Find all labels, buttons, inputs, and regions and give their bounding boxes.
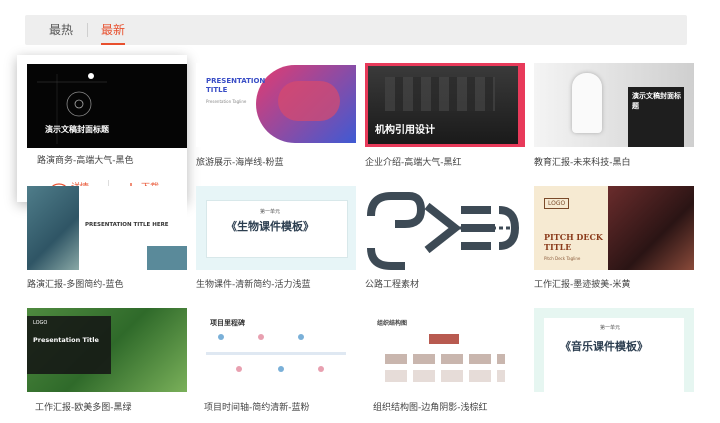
template-thumbnail[interactable]: 项目里程碑 [196,308,356,392]
thumb-photo-inner [278,81,340,121]
thumb-dot [298,334,304,340]
thumb-title: PRESENTATION TITLE [206,77,266,94]
template-caption: 工作汇报-墨迹披美-米黄 [534,280,631,290]
thumb-photo-small [147,246,187,270]
thumb-title: 演示文稿封面标题 [632,92,681,110]
thumb-dot [258,334,264,340]
thumb-title: PITCH DECK TITLE [544,232,603,252]
thumb-logo: LOGO [544,198,570,209]
thumb-title: 演示文稿封面标题 [45,125,109,134]
template-thumbnail[interactable]: 演示文稿封面标题 [534,63,694,147]
template-thumbnail[interactable]: PRESENTATION TITLE Presentation Tagline [196,63,356,147]
thumb-title: 《生物课件模板》 [226,220,314,233]
thumb-timeline [206,352,346,355]
template-thumbnail[interactable]: 演示文稿封面标题 [27,64,187,148]
template-caption: 组织结构图-边角阴影-浅棕红 [373,403,488,413]
template-caption: 企业介绍-高端大气-黑红 [365,158,462,168]
thumb-photo [27,186,79,270]
thumb-logo: LOGO [33,320,48,326]
thumb-dot [218,334,224,340]
template-caption: 路演商务-高端大气-黑色 [37,156,134,166]
thumb-subtitle: 第一单元 [600,325,621,331]
thumb-subtitle: Presentation Tagline [206,99,247,104]
template-caption: 旅游展示-海岸线-粉蓝 [196,158,284,168]
template-thumbnail[interactable]: LOGO PITCH DECK TITLE Pitch Deck Tagline [534,186,694,270]
template-thumbnail[interactable]: LOGO Presentation Title [27,308,187,392]
thumb-subtitle: 第一单元 [260,209,281,215]
thumb-title: 机构引用设计 [375,125,435,136]
template-thumbnail[interactable] [365,186,525,270]
template-thumbnail[interactable]: 第一单元 《音乐课件模板》 [534,308,694,392]
template-caption: 教育汇报-未来科技-黑白 [534,158,631,168]
thumb-node [429,334,459,344]
thumb-decor-icon [37,73,107,144]
road-sign-icon [367,192,520,270]
thumb-dot [236,366,242,372]
thumb-title: PRESENTATION TITLE HERE [85,222,169,228]
thumb-crowd [385,77,495,111]
thumb-title: Presentation Title [33,336,99,344]
thumb-title: 项目里程碑 [210,319,245,327]
thumb-nodes [385,354,505,364]
thumb-title: 组织结构图 [377,320,408,327]
template-card-hovered[interactable]: 演示文稿封面标题 路演商务-高端大气-黑色 详情 下载 [17,55,187,202]
template-caption: 项目时间轴-简约清新-蓝粉 [204,403,310,413]
tab-divider [87,23,88,37]
thumb-title: 《音乐课件模板》 [560,340,648,353]
thumb-subtitle: Pitch Deck Tagline [544,256,581,261]
thumb-nodes [385,370,505,382]
thumb-dot [278,366,284,372]
template-thumbnail[interactable]: 组织结构图 [365,308,525,392]
thumb-dot [318,366,324,372]
template-caption: 公路工程素材 [365,280,420,290]
template-caption: 路演汇报-多图简约-蓝色 [27,280,124,290]
template-thumbnail[interactable]: 第一单元 《生物课件模板》 [196,186,356,270]
thumb-photo [608,186,694,270]
template-thumbnail[interactable]: PRESENTATION TITLE HERE [27,186,187,270]
template-thumbnail[interactable]: 机构引用设计 [365,63,525,147]
thumb-astronaut [572,73,602,133]
category-tabs: 最热 最新 [25,15,687,45]
tab-hottest[interactable]: 最热 [49,15,73,45]
template-caption: 生物课件-清新简约-活力浅蓝 [196,280,311,290]
template-caption: 工作汇报-欧美多图-黑绿 [35,403,132,413]
tab-newest[interactable]: 最新 [101,15,126,45]
